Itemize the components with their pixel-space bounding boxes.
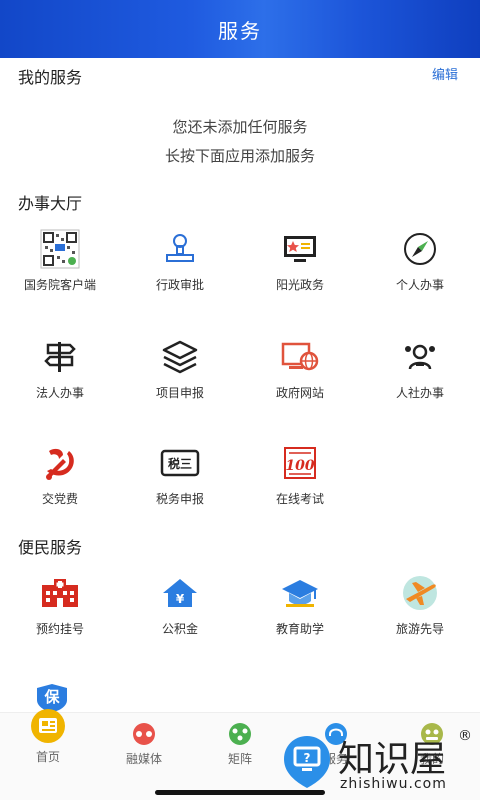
tab-media[interactable]: 融媒体 bbox=[104, 722, 184, 767]
service-online-exam[interactable]: 100 在线考试 bbox=[240, 444, 360, 524]
service-housing-fund[interactable]: ¥ 公积金 bbox=[120, 574, 240, 654]
tab-home[interactable]: 首页 bbox=[8, 708, 88, 765]
service-label: 在线考试 bbox=[275, 492, 324, 506]
svg-text:100: 100 bbox=[285, 458, 314, 474]
people-icon bbox=[398, 338, 442, 376]
home-indicator bbox=[155, 790, 325, 795]
tab-label: 首页 bbox=[35, 750, 60, 764]
service-gov-website[interactable]: 政府网站 bbox=[240, 338, 360, 418]
stamp-icon bbox=[158, 230, 202, 268]
office-hall-title: 办事大厅 bbox=[18, 194, 83, 213]
tax-icon: 税三 bbox=[158, 444, 202, 482]
service-education[interactable]: 教育助学 bbox=[240, 574, 360, 654]
watermark-subtext: zhishiwu.com bbox=[340, 776, 447, 792]
empty-message-line1: 您还未添加任何服务 bbox=[172, 118, 308, 136]
web-globe-icon bbox=[278, 338, 322, 376]
service-project-declare[interactable]: 项目申报 bbox=[120, 338, 240, 418]
service-label: 教育助学 bbox=[275, 622, 324, 636]
svg-text:¥: ¥ bbox=[176, 592, 185, 606]
svg-text:税三: 税三 bbox=[168, 456, 192, 471]
service-label: 项目申报 bbox=[155, 386, 204, 400]
service-label: 税务申报 bbox=[155, 492, 204, 506]
tab-matrix[interactable]: 矩阵 bbox=[200, 722, 280, 767]
service-legal-entity[interactable]: 法人办事 bbox=[0, 338, 120, 418]
layers-icon bbox=[158, 338, 202, 376]
service-label: 阳光政务 bbox=[275, 278, 324, 292]
service-label: 法人办事 bbox=[35, 386, 84, 400]
monitor-star-icon bbox=[278, 230, 322, 268]
house-fund-icon: ¥ bbox=[158, 574, 202, 612]
party-emblem-icon bbox=[38, 444, 82, 482]
exam-100-icon: 100 bbox=[278, 444, 322, 482]
watermark-text: 知识屋 bbox=[338, 739, 447, 780]
empty-message-line2: 长按下面应用添加服务 bbox=[164, 147, 315, 165]
edit-button[interactable]: 编辑 bbox=[432, 64, 458, 83]
compass-icon bbox=[398, 230, 442, 268]
media-icon bbox=[133, 723, 155, 745]
service-gov-client[interactable]: 国务院客户端 bbox=[0, 229, 120, 310]
service-admin-approval[interactable]: 行政审批 bbox=[120, 230, 240, 310]
service-label: 行政审批 bbox=[155, 278, 204, 292]
service-label: 政府网站 bbox=[275, 386, 324, 400]
page-title: 服务 bbox=[218, 18, 262, 43]
airplane-icon bbox=[398, 574, 442, 612]
svg-text:?: ? bbox=[304, 751, 311, 765]
watermark-logo-icon: ? bbox=[284, 736, 330, 788]
service-party-fee[interactable]: 交党费 bbox=[0, 444, 120, 524]
service-label: 公积金 bbox=[161, 622, 198, 636]
service-sunshine-gov[interactable]: 阳光政务 bbox=[240, 230, 360, 310]
qr-code-icon bbox=[38, 229, 82, 269]
tab-label: 融媒体 bbox=[125, 752, 162, 766]
signpost-icon bbox=[38, 338, 82, 376]
service-label: 预约挂号 bbox=[35, 622, 84, 636]
service-appointment[interactable]: 预约挂号 bbox=[0, 574, 120, 654]
service-label: 旅游先导 bbox=[395, 622, 444, 636]
service-travel[interactable]: 旅游先导 bbox=[360, 574, 480, 654]
tab-label: 矩阵 bbox=[227, 752, 252, 766]
top-header: 服务 bbox=[0, 0, 480, 58]
education-icon bbox=[278, 574, 322, 612]
service-label: 人社办事 bbox=[395, 386, 444, 400]
hospital-icon bbox=[38, 574, 82, 612]
public-services-title: 便民服务 bbox=[18, 538, 83, 557]
service-tax[interactable]: 税三 税务申报 bbox=[120, 444, 240, 524]
watermark: ? 知识屋 ® zhishiwu.com bbox=[282, 728, 480, 798]
service-label: 国务院客户端 bbox=[23, 278, 96, 292]
insurance-badge-text: 保 bbox=[44, 688, 60, 706]
service-social-security[interactable]: 人社办事 bbox=[360, 338, 480, 418]
service-personal[interactable]: 个人办事 bbox=[360, 230, 480, 310]
matrix-icon bbox=[229, 723, 251, 745]
watermark-mark: ® bbox=[458, 728, 472, 744]
service-label: 个人办事 bbox=[395, 278, 444, 292]
service-label: 交党费 bbox=[41, 492, 78, 506]
my-services-title: 我的服务 bbox=[18, 68, 83, 87]
home-news-icon bbox=[31, 709, 65, 743]
